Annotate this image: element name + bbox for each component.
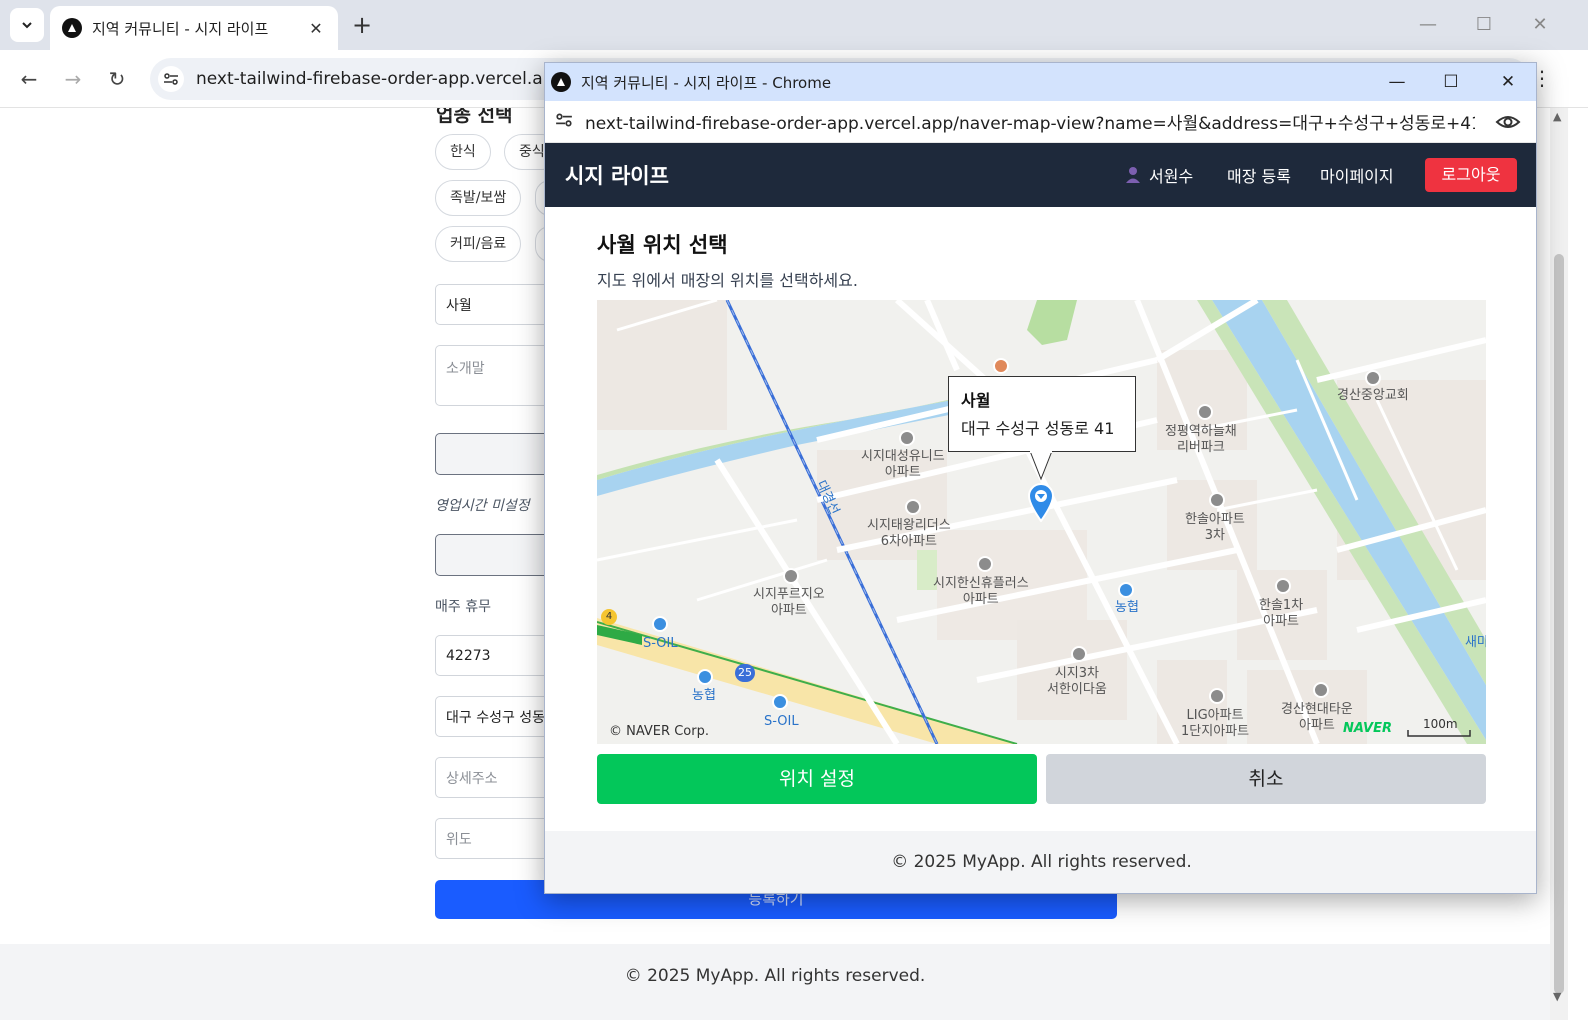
- scroll-down-icon[interactable]: ▼: [1553, 990, 1561, 1003]
- map-popup-window: 지역 커뮤니티 - 시지 라이프 - Chrome — ☐ ✕ next-tai…: [544, 62, 1537, 894]
- maximize-icon[interactable]: ☐: [1470, 12, 1498, 38]
- church-icon: [1365, 370, 1381, 386]
- map-copyright: © NAVER Corp.: [609, 724, 709, 739]
- gas-station-icon: [772, 694, 788, 710]
- page-title: 사월 위치 선택: [597, 233, 728, 257]
- scroll-up-icon[interactable]: ▲: [1553, 110, 1561, 123]
- marker-infowindow: 사월 대구 수성구 성동로 41: [948, 376, 1136, 452]
- category-chip[interactable]: 족발/보쌈: [435, 180, 522, 216]
- nav-mypage[interactable]: 마이페이지: [1320, 163, 1394, 187]
- gas-station-icon: [652, 616, 668, 632]
- category-chip[interactable]: 한식: [435, 134, 491, 170]
- chevron-down-icon: [22, 22, 32, 29]
- category-chip[interactable]: 커피/음료: [435, 226, 522, 262]
- popup-minimize-icon[interactable]: —: [1379, 67, 1415, 97]
- close-window-icon[interactable]: ✕: [1526, 12, 1554, 38]
- logout-button[interactable]: 로그아웃: [1425, 158, 1517, 192]
- vercel-favicon-icon: [62, 18, 82, 38]
- scale-bar: [1407, 730, 1471, 737]
- map-tiles: [597, 300, 1486, 744]
- app-navbar: 시지 라이프 서원수 매장 등록 마이페이지 로그아웃: [545, 143, 1536, 207]
- apartment-icon: [977, 556, 993, 572]
- user-name: 서원수: [1149, 167, 1194, 186]
- map-scale: 100m: [1423, 717, 1458, 731]
- naver-map[interactable]: 경산중앙교회 정평역하늘채 리버파크 시지대성유니드 아파트 시지태왕리더스 6…: [597, 300, 1486, 744]
- map-label-apt: 시지대성유니드 아파트: [861, 449, 945, 480]
- marker-name: 사월: [961, 391, 991, 410]
- vercel-favicon-icon: [551, 72, 571, 92]
- eye-icon[interactable]: [1495, 110, 1521, 134]
- apartment-icon: [1197, 404, 1213, 420]
- site-settings-icon[interactable]: [158, 66, 184, 92]
- map-label-apt: 시지푸르지오 아파트: [753, 587, 825, 618]
- map-label-apt: 시지3차 서한이다움: [1047, 666, 1107, 697]
- naver-logo: NAVER: [1343, 721, 1393, 736]
- bank-icon: [1118, 582, 1134, 598]
- map-label-church: 경산중앙교회: [1337, 388, 1409, 403]
- minimize-icon[interactable]: —: [1414, 12, 1442, 38]
- apartment-icon: [1209, 688, 1225, 704]
- reload-icon[interactable]: ↻: [102, 64, 132, 94]
- popup-titlebar: 지역 커뮤니티 - 시지 라이프 - Chrome — ☐ ✕: [545, 63, 1536, 101]
- forward-arrow-icon[interactable]: →: [58, 64, 88, 94]
- new-tab-button[interactable]: +: [348, 12, 376, 40]
- map-label-apt: 정평역하늘채 리버파크: [1165, 424, 1237, 455]
- map-label-apt: 한솔아파트 3차: [1185, 512, 1245, 543]
- map-label-gas: S-OIL: [764, 714, 799, 729]
- user-menu[interactable]: 서원수: [1125, 163, 1193, 187]
- url-text: next-tailwind-firebase-order-app.vercel.…: [196, 69, 579, 89]
- popup-title: 지역 커뮤니티 - 시지 라이프 - Chrome: [581, 73, 832, 92]
- cafe-icon: [993, 358, 1009, 374]
- set-location-button[interactable]: 위치 설정: [597, 754, 1037, 804]
- map-label-apt: LIG아파트 1단지아파트: [1181, 708, 1250, 739]
- apartment-icon: [1071, 646, 1087, 662]
- scroll-thumb[interactable]: [1554, 254, 1564, 994]
- tab-strip: 지역 커뮤니티 - 시지 라이프 ✕ + — ☐ ✕: [0, 0, 1588, 50]
- user-icon: [1126, 167, 1140, 183]
- map-pin-icon[interactable]: [1027, 482, 1055, 522]
- brand-logo[interactable]: 시지 라이프: [565, 160, 669, 190]
- apartment-icon: [905, 499, 921, 515]
- popup-address-bar[interactable]: next-tailwind-firebase-order-app.vercel.…: [545, 101, 1536, 143]
- apartment-icon: [1275, 578, 1291, 594]
- popup-maximize-icon[interactable]: ☐: [1433, 67, 1469, 97]
- page-scrollbar[interactable]: ▲ ▼: [1550, 108, 1568, 1020]
- popup-close-icon[interactable]: ✕: [1490, 67, 1526, 97]
- popup-url-text: next-tailwind-firebase-order-app.vercel.…: [585, 114, 1475, 134]
- map-label-gas: S-OIL: [643, 636, 678, 651]
- site-settings-icon[interactable]: [555, 112, 573, 132]
- tab-search-button[interactable]: [10, 8, 44, 42]
- route-4-badge: 4: [601, 609, 617, 625]
- category-section-title: 업종 선택: [436, 108, 513, 126]
- close-tab-icon[interactable]: ✕: [306, 19, 326, 38]
- map-label-apt: 한솔1차 아파트: [1259, 598, 1304, 629]
- apartment-icon: [1313, 682, 1329, 698]
- map-label-apt: 시지한신휴플러스 아파트: [933, 576, 1029, 607]
- popup-footer: © 2025 MyApp. All rights reserved.: [545, 831, 1536, 893]
- weekly-off-label: 매주 휴무: [435, 599, 491, 615]
- route-25-badge: 25: [735, 664, 755, 682]
- page-footer: © 2025 MyApp. All rights reserved.: [0, 944, 1550, 1020]
- apartment-icon: [783, 568, 799, 584]
- page-subtitle: 지도 위에서 매장의 위치를 선택하세요.: [597, 271, 858, 290]
- marker-address: 대구 수성구 성동로 41: [961, 419, 1115, 438]
- bank-icon: [697, 669, 713, 685]
- hours-status: 영업시간 미설정: [435, 498, 530, 514]
- browser-tab[interactable]: 지역 커뮤니티 - 시지 라이프 ✕: [50, 6, 338, 50]
- tab-title: 지역 커뮤니티 - 시지 라이프: [92, 19, 269, 38]
- apartment-icon: [1209, 492, 1225, 508]
- apartment-icon: [899, 430, 915, 446]
- back-arrow-icon[interactable]: ←: [14, 64, 44, 94]
- map-label-bank: 농협: [692, 688, 716, 703]
- map-label-edge: 새마: [1465, 635, 1486, 650]
- infowindow-pointer: [1029, 451, 1053, 481]
- map-label-bank: 농협: [1115, 600, 1139, 615]
- map-label-apt: 경산현대타운 아파트: [1281, 702, 1353, 733]
- cancel-button[interactable]: 취소: [1046, 754, 1486, 804]
- nav-store-register[interactable]: 매장 등록: [1227, 163, 1291, 187]
- map-label-apt: 시지태왕리더스 6차아파트: [867, 518, 951, 549]
